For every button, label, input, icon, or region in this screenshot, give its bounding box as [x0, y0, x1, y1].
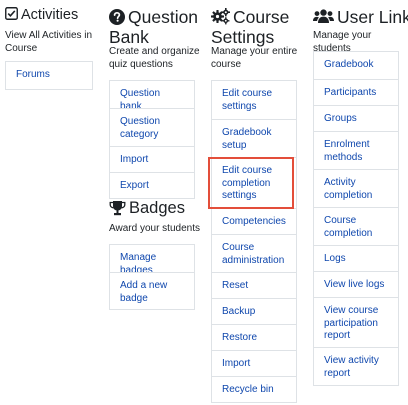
checkbox-icon — [5, 7, 18, 20]
badges-description: Award your students — [109, 223, 200, 234]
users-icon — [313, 9, 334, 23]
activities-list: Forums — [5, 61, 93, 90]
list-item-course-completion[interactable]: Course completion — [314, 207, 398, 245]
user-links-list: Gradebook Participants Groups Enrolment … — [313, 51, 399, 386]
question-bank-description: Create and organize quiz questions — [109, 46, 200, 70]
gears-icon — [211, 8, 230, 25]
question-bank-title-line2: Bank — [109, 27, 149, 47]
list-item-logs[interactable]: Logs — [314, 245, 398, 271]
list-item-restore[interactable]: Restore — [212, 324, 296, 350]
badges-title: Badges — [129, 199, 185, 217]
list-item-competencies[interactable]: Competencies — [212, 208, 296, 234]
list-item-gradebook-setup[interactable]: Gradebook setup — [212, 119, 296, 157]
question-circle-icon — [109, 9, 125, 25]
course-settings-title-line2: Settings — [211, 27, 275, 47]
list-item-view-course-participation-report[interactable]: View course participation report — [314, 297, 398, 347]
user-links-title: User Links — [337, 7, 408, 27]
list-item-question-bank[interactable]: Question bank — [110, 81, 194, 108]
list-item-manage-badges[interactable]: Manage badges — [110, 245, 194, 272]
badges-heading: Badges — [109, 199, 185, 218]
question-bank-title-line1: Question — [128, 7, 199, 27]
trophy-icon — [109, 200, 126, 216]
list-item-view-live-logs[interactable]: View live logs — [314, 271, 398, 297]
list-item-enrolment-methods[interactable]: Enrolment methods — [314, 131, 398, 169]
user-links-heading: User Links — [313, 7, 408, 27]
list-item-edit-course-settings[interactable]: Edit course settings — [212, 81, 296, 119]
activities-title: Activities — [21, 7, 79, 23]
course-settings-heading: Course Settings — [211, 7, 289, 47]
list-item-groups[interactable]: Groups — [314, 105, 398, 131]
list-item-edit-course-completion-settings[interactable]: Edit course completion settings — [212, 157, 296, 208]
list-item-course-administration[interactable]: Course administration — [212, 234, 296, 272]
list-item-view-activity-report[interactable]: View activity report — [314, 347, 398, 385]
course-settings-description: Manage your entire course — [211, 46, 298, 70]
course-settings-title-line1: Course — [233, 7, 290, 27]
list-item-export[interactable]: Export — [110, 172, 194, 198]
list-item-import[interactable]: Import — [110, 146, 194, 172]
list-item-import[interactable]: Import — [212, 350, 296, 376]
course-settings-list: Edit course settings Gradebook setup Edi… — [211, 80, 297, 403]
list-item-reset[interactable]: Reset — [212, 272, 296, 298]
activities-heading: Activities — [5, 7, 78, 24]
activities-description: View All Activities in Course — [5, 30, 93, 54]
question-bank-list: Question bank Question category Import E… — [109, 80, 195, 199]
list-item-gradebook[interactable]: Gradebook — [314, 52, 398, 79]
list-item-recycle-bin[interactable]: Recycle bin — [212, 376, 296, 402]
list-item-backup[interactable]: Backup — [212, 298, 296, 324]
badges-list: Manage badges Add a new badge — [109, 244, 195, 310]
question-bank-heading: Question Bank — [109, 7, 198, 47]
list-item-add-new-badge[interactable]: Add a new badge — [110, 272, 194, 309]
list-item-forums[interactable]: Forums — [6, 62, 92, 89]
list-item-activity-completion[interactable]: Activity completion — [314, 169, 398, 207]
list-item-question-category[interactable]: Question category — [110, 108, 194, 146]
list-item-participants[interactable]: Participants — [314, 79, 398, 105]
